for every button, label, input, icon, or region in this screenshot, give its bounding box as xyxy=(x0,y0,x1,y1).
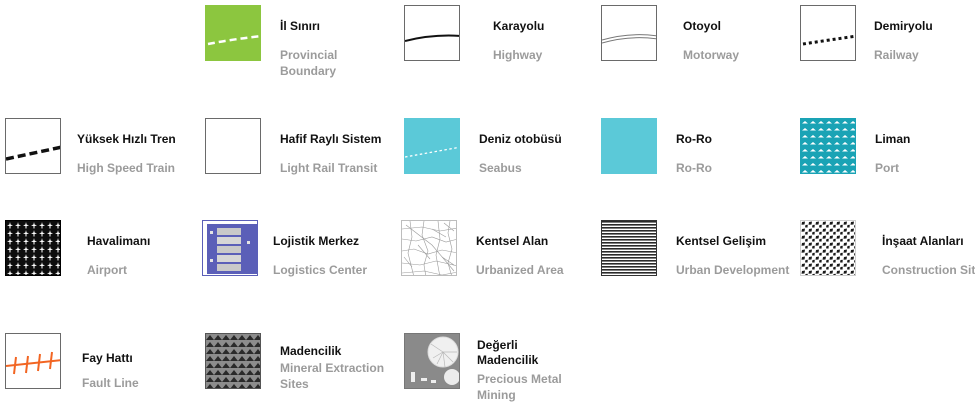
legend-subtitle: Seabus xyxy=(479,161,522,175)
legend-title: Ro-Ro xyxy=(676,132,712,146)
ro-ro-swatch-icon xyxy=(601,118,657,174)
legend-subtitle: Provincial Boundary xyxy=(280,48,338,78)
legend-item-construction-sites: İnşaat Alanları Construction Sites xyxy=(800,220,975,300)
fault-line-swatch-icon xyxy=(5,333,61,389)
legend-subtitle: Ro-Ro xyxy=(676,161,712,175)
legend-title: Havalimanı xyxy=(87,234,151,248)
legend-title: Kentsel Gelişim xyxy=(676,234,767,248)
construction-sites-swatch-icon xyxy=(800,220,856,276)
legend-item-seabus: Deniz otobüsü Seabus xyxy=(404,118,589,198)
legend-subtitle: High Speed Train xyxy=(77,161,176,175)
legend-item-airport: Havalimanı Airport xyxy=(5,220,190,300)
legend-item-port: Liman Port xyxy=(800,118,975,198)
legend-item-mineral-extraction: Madencilik Mineral Extraction Sites xyxy=(205,333,390,413)
legend-title: Hafif Raylı Sistem xyxy=(280,132,382,146)
legend-subtitle: Airport xyxy=(87,263,127,277)
port-swatch-icon xyxy=(800,118,856,174)
mineral-extraction-swatch-icon xyxy=(205,333,261,389)
urban-development-swatch-icon xyxy=(601,220,657,276)
legend-title: Deniz otobüsü xyxy=(479,132,562,146)
railway-swatch-icon xyxy=(800,5,856,61)
legend-title: Fay Hattı xyxy=(82,351,133,365)
legend-title: Demiryolu xyxy=(874,19,933,33)
legend-item-ro-ro: Ro-Ro Ro-Ro xyxy=(601,118,786,198)
legend-item-precious-metal-mining: Değerli Madencilik Precious Metal Mining xyxy=(404,333,589,413)
legend-subtitle: Logistics Center xyxy=(273,263,368,277)
legend-title: Kentsel Alan xyxy=(476,234,549,248)
legend-item-urban-development: Kentsel Gelişim Urban Development xyxy=(601,220,789,300)
legend-title: İnşaat Alanları xyxy=(882,234,964,248)
legend-item-fault-line: Fay Hattı Fault Line xyxy=(5,333,190,413)
legend-subtitle: Urban Development xyxy=(676,263,790,277)
legend-subtitle: Port xyxy=(875,161,899,175)
legend-subtitle: Fault Line xyxy=(82,376,139,390)
legend-subtitle: Light Rail Transit xyxy=(280,161,378,175)
high-speed-train-swatch-icon xyxy=(5,118,61,174)
urbanized-area-swatch-icon xyxy=(401,220,457,276)
legend-title: İl Sınırı xyxy=(280,19,321,33)
highway-swatch-icon xyxy=(404,5,460,61)
legend-subtitle: Highway xyxy=(493,48,543,62)
legend-subtitle: Precious Metal Mining xyxy=(477,372,562,402)
precious-metal-mining-swatch-icon xyxy=(404,333,460,389)
legend-title: Karayolu xyxy=(493,19,545,33)
logistics-center-swatch-icon xyxy=(202,220,258,276)
legend-item-high-speed-train: Yüksek Hızlı Tren High Speed Train xyxy=(5,118,190,198)
light-rail-swatch-icon xyxy=(205,118,261,174)
legend-title: Liman xyxy=(875,132,911,146)
legend-title: Değerli Madencilik xyxy=(477,338,539,367)
seabus-swatch-icon xyxy=(404,118,460,174)
legend-item-motorway: Otoyol Motorway xyxy=(601,5,786,85)
provincial-boundary-swatch-icon xyxy=(205,5,261,61)
legend-item-highway: Karayolu Highway xyxy=(404,5,589,85)
legend-subtitle: Railway xyxy=(874,48,919,62)
legend-item-provincial-boundary: İl Sınırı Provincial Boundary xyxy=(205,5,390,85)
motorway-swatch-icon xyxy=(601,5,657,61)
legend-item-logistics-center: Lojistik Merkez Logistics Center xyxy=(202,220,387,300)
legend-subtitle: Urbanized Area xyxy=(476,263,564,277)
legend-subtitle: Construction Sites xyxy=(882,263,975,277)
airport-swatch-icon xyxy=(5,220,61,276)
legend-item-urbanized-area: Kentsel Alan Urbanized Area xyxy=(401,220,586,300)
legend-title: Yüksek Hızlı Tren xyxy=(77,132,176,146)
legend-subtitle: Motorway xyxy=(683,48,740,62)
legend-subtitle: Mineral Extraction Sites xyxy=(280,361,385,391)
legend-title: Lojistik Merkez xyxy=(273,234,360,248)
legend-title: Madencilik xyxy=(280,344,342,358)
legend-item-railway: Demiryolu Railway xyxy=(800,5,975,85)
legend-item-light-rail: Hafif Raylı Sistem Light Rail Transit xyxy=(205,118,390,198)
legend-title: Otoyol xyxy=(683,19,721,33)
